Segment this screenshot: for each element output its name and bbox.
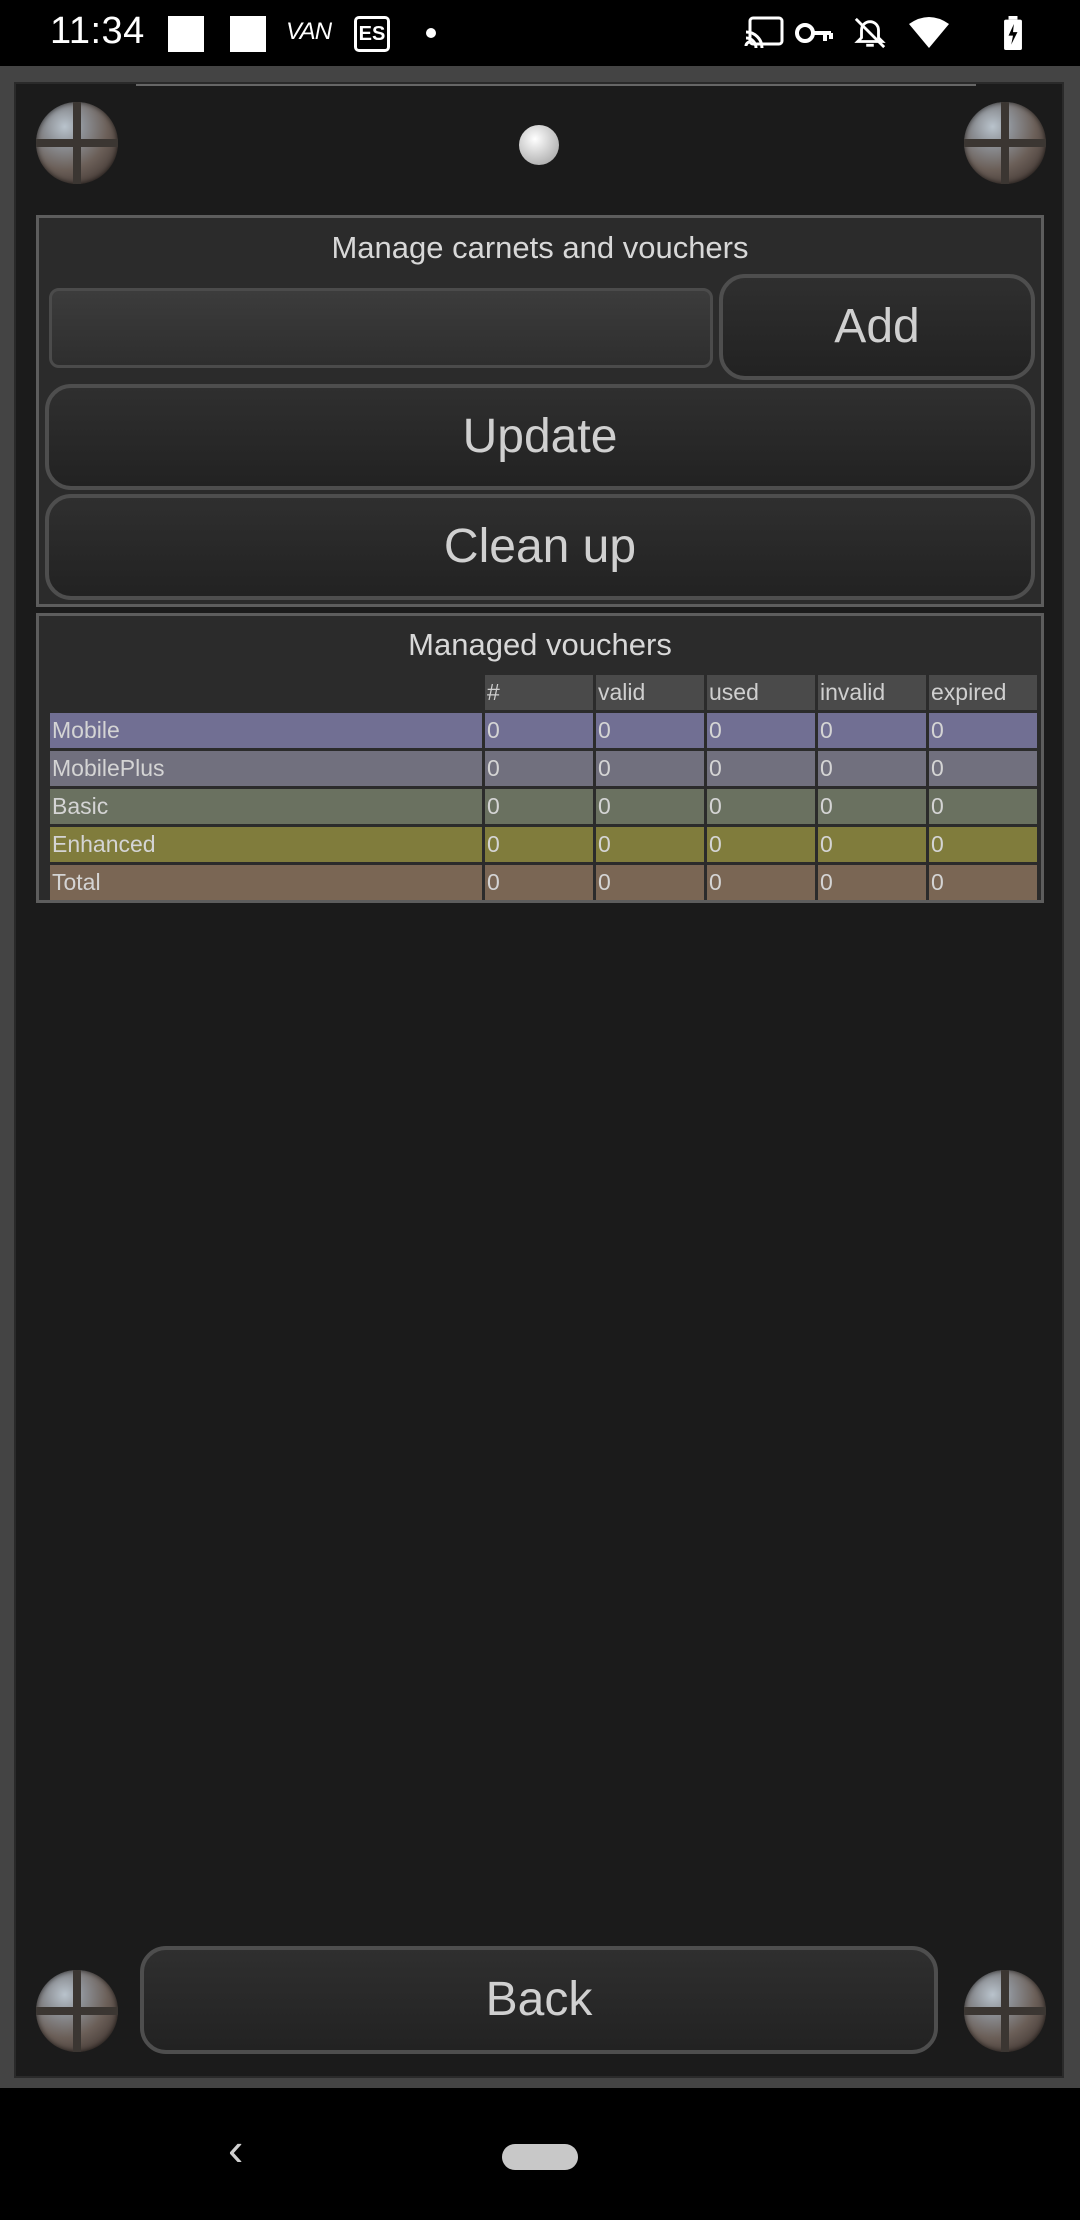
- column-header: used: [707, 675, 815, 710]
- square-icon: [168, 16, 204, 52]
- battery-charging-icon: [1004, 16, 1022, 50]
- status-led-icon: [519, 125, 559, 165]
- table-cell: 0: [485, 827, 593, 862]
- add-button[interactable]: Add: [719, 274, 1035, 380]
- table-cell: 0: [596, 789, 704, 824]
- managed-vouchers-panel: Managed vouchers # valid used invalid ex…: [36, 613, 1044, 903]
- table-row: Mobile 0 0 0 0 0: [50, 713, 1037, 748]
- table-cell: 0: [818, 789, 926, 824]
- row-label: Basic: [50, 789, 482, 824]
- table-row: MobilePlus 0 0 0 0 0: [50, 751, 1037, 786]
- voucher-code-input[interactable]: [49, 288, 713, 368]
- table-cell: 0: [485, 865, 593, 900]
- vpn-key-icon: [795, 23, 833, 43]
- column-header: invalid: [818, 675, 926, 710]
- table-cell: 0: [485, 751, 593, 786]
- van-icon: VAN: [286, 18, 332, 45]
- table-cell: 0: [929, 751, 1037, 786]
- column-header: #: [485, 675, 593, 710]
- cast-icon: [744, 16, 784, 49]
- table-row: Total 0 0 0 0 0: [50, 865, 1037, 900]
- screw-icon: [36, 1970, 118, 2052]
- column-header: expired: [929, 675, 1037, 710]
- table-cell: 0: [818, 713, 926, 748]
- table-cell: 0: [929, 865, 1037, 900]
- dot-icon: [426, 28, 436, 38]
- es-icon: ES: [354, 16, 390, 52]
- table-cell: 0: [707, 713, 815, 748]
- table-cell: 0: [596, 751, 704, 786]
- row-label: MobilePlus: [50, 751, 482, 786]
- alarm-off-icon: [854, 17, 886, 49]
- table-cell: 0: [929, 789, 1037, 824]
- table-cell: 0: [818, 865, 926, 900]
- table-cell: 0: [596, 713, 704, 748]
- table-row: Basic 0 0 0 0 0: [50, 789, 1037, 824]
- table-cell: 0: [485, 789, 593, 824]
- table-cell: 0: [929, 827, 1037, 862]
- row-label: Enhanced: [50, 827, 482, 862]
- clean-up-button[interactable]: Clean up: [45, 494, 1035, 600]
- nav-home-pill-icon[interactable]: [502, 2144, 578, 2170]
- back-button[interactable]: Back: [140, 1946, 938, 2054]
- table-cell: 0: [707, 789, 815, 824]
- wifi-icon: [909, 17, 949, 48]
- table-cell: 0: [929, 713, 1037, 748]
- table-header-blank: [50, 675, 482, 710]
- status-bar: 11:34 VAN ES: [0, 0, 1080, 66]
- table-cell: 0: [596, 827, 704, 862]
- update-button[interactable]: Update: [45, 384, 1035, 490]
- navigation-bar: ‹: [0, 2088, 1080, 2220]
- table-row: Enhanced 0 0 0 0 0: [50, 827, 1037, 862]
- screw-icon: [964, 102, 1046, 184]
- row-label: Mobile: [50, 713, 482, 748]
- square-icon: [230, 16, 266, 52]
- manage-panel: Manage carnets and vouchers Add Update C…: [36, 215, 1044, 607]
- column-header: valid: [596, 675, 704, 710]
- table-cell: 0: [818, 751, 926, 786]
- table-cell: 0: [596, 865, 704, 900]
- screw-icon: [36, 102, 118, 184]
- managed-vouchers-title: Managed vouchers: [408, 627, 672, 662]
- row-label: Total: [50, 865, 482, 900]
- manage-panel-title: Manage carnets and vouchers: [331, 230, 749, 265]
- table-cell: 0: [707, 865, 815, 900]
- table-cell: 0: [818, 827, 926, 862]
- status-time: 11:34: [50, 10, 145, 52]
- nav-back-icon[interactable]: ‹: [228, 2122, 243, 2176]
- screw-icon: [964, 1970, 1046, 2052]
- table-cell: 0: [707, 751, 815, 786]
- table-header-row: # valid used invalid expired: [50, 675, 1037, 710]
- vouchers-table: # valid used invalid expired Mobile 0 0 …: [47, 672, 1040, 903]
- table-cell: 0: [707, 827, 815, 862]
- top-divider: [136, 84, 976, 86]
- table-cell: 0: [485, 713, 593, 748]
